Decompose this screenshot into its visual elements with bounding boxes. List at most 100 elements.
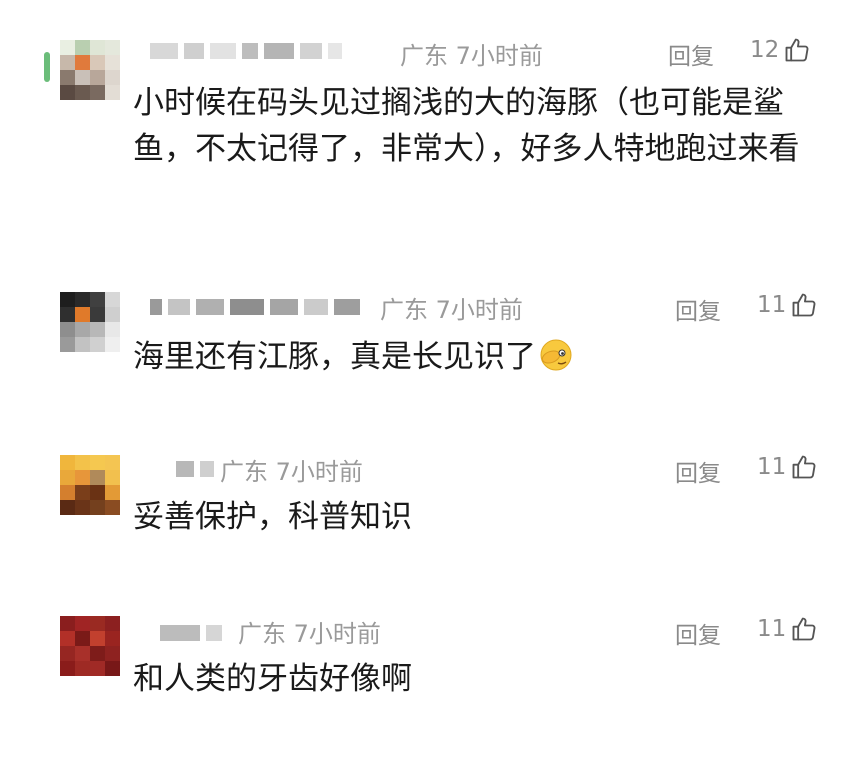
avatar-pixel	[60, 646, 75, 661]
comment-text-body: 海里还有江豚，真是长见识了	[133, 339, 536, 375]
avatar-pixel	[75, 661, 90, 676]
avatar-pixel	[90, 55, 105, 70]
avatar[interactable]	[60, 616, 120, 676]
avatar-pixel	[90, 307, 105, 322]
comment-meta: 广东 7小时前	[220, 452, 363, 487]
avatar-pixel	[90, 646, 105, 661]
avatar-pixel	[75, 322, 90, 337]
avatar-pixel	[75, 455, 90, 470]
avatar-pixel	[90, 500, 105, 515]
reply-button[interactable]: 回复	[675, 616, 721, 650]
avatar-pixel	[105, 337, 120, 352]
thumbs-up-icon	[792, 293, 816, 317]
avatar-pixel	[90, 40, 105, 55]
green-edge-decoration	[44, 52, 50, 82]
avatar-pixel	[90, 455, 105, 470]
avatar[interactable]	[60, 40, 120, 100]
avatar-pixel	[105, 470, 120, 485]
avatar-pixel	[105, 500, 120, 515]
avatar-pixel	[75, 85, 90, 100]
avatar-pixel	[60, 455, 75, 470]
comment-meta: 广东 7小时前	[400, 36, 543, 71]
avatar-pixel	[60, 85, 75, 100]
avatar-pixel	[105, 322, 120, 337]
avatar-pixel	[105, 646, 120, 661]
facepalm-emoji-icon	[540, 339, 572, 371]
avatar-pixel	[60, 500, 75, 515]
like-count: 12	[750, 37, 780, 63]
avatar-pixel	[105, 455, 120, 470]
avatar-pixel	[60, 292, 75, 307]
username-blurred[interactable]	[160, 622, 222, 644]
comment-meta: 广东 7小时前	[380, 290, 523, 325]
avatar-pixel	[60, 70, 75, 85]
time-label: 7小时前	[455, 42, 543, 70]
avatar-pixel	[75, 307, 90, 322]
comment-text: 和人类的牙齿好像啊	[133, 661, 412, 697]
avatar-pixel	[75, 292, 90, 307]
avatar-pixel	[90, 616, 105, 631]
reply-button[interactable]: 回复	[668, 37, 714, 71]
avatar-pixel	[105, 307, 120, 322]
avatar-pixel	[90, 661, 105, 676]
avatar-pixel	[90, 337, 105, 352]
time-label: 7小时前	[293, 620, 381, 648]
like-count: 11	[757, 616, 787, 642]
thumbs-up-icon	[792, 455, 816, 479]
avatar-pixel	[105, 40, 120, 55]
avatar-pixel	[90, 470, 105, 485]
avatar-pixel	[105, 70, 120, 85]
avatar-pixel	[60, 631, 75, 646]
avatar-pixel	[75, 616, 90, 631]
avatar-pixel	[75, 40, 90, 55]
avatar-pixel	[75, 470, 90, 485]
avatar[interactable]	[60, 292, 120, 352]
location-label: 广东	[220, 458, 268, 486]
avatar-pixel	[105, 616, 120, 631]
avatar-pixel	[90, 322, 105, 337]
avatar-pixel	[60, 55, 75, 70]
avatar-pixel	[105, 85, 120, 100]
avatar-pixel	[60, 485, 75, 500]
avatar-pixel	[90, 631, 105, 646]
avatar[interactable]	[60, 455, 120, 515]
avatar-pixel	[105, 631, 120, 646]
avatar-pixel	[60, 470, 75, 485]
like-button[interactable]: 12	[750, 36, 811, 64]
avatar-pixel	[105, 292, 120, 307]
avatar-pixel	[90, 292, 105, 307]
reply-button[interactable]: 回复	[675, 292, 721, 326]
avatar-pixel	[75, 485, 90, 500]
like-button[interactable]: 11	[757, 615, 818, 643]
location-label: 广东	[400, 42, 448, 70]
like-button[interactable]: 11	[757, 291, 818, 319]
avatar-pixel	[60, 322, 75, 337]
avatar-pixel	[60, 307, 75, 322]
avatar-pixel	[105, 661, 120, 676]
username-blurred[interactable]	[150, 296, 360, 318]
avatar-pixel	[90, 485, 105, 500]
reply-button[interactable]: 回复	[675, 454, 721, 488]
avatar-pixel	[75, 500, 90, 515]
username-blurred[interactable]	[150, 40, 342, 62]
avatar-pixel	[75, 631, 90, 646]
avatar-pixel	[75, 646, 90, 661]
avatar-pixel	[90, 85, 105, 100]
comment-text: 妥善保护，科普知识	[133, 499, 412, 535]
avatar-pixel	[60, 337, 75, 352]
thumbs-up-icon	[792, 617, 816, 641]
avatar-pixel	[75, 70, 90, 85]
avatar-pixel	[90, 70, 105, 85]
avatar-pixel	[60, 616, 75, 631]
comment-meta: 广东 7小时前	[238, 614, 381, 649]
thumbs-up-icon	[785, 38, 809, 62]
avatar-pixel	[105, 485, 120, 500]
location-label: 广东	[238, 620, 286, 648]
like-count: 11	[757, 292, 787, 318]
time-label: 7小时前	[435, 296, 523, 324]
like-button[interactable]: 11	[757, 453, 818, 481]
avatar-pixel	[75, 337, 90, 352]
username-blurred[interactable]	[176, 458, 214, 480]
time-label: 7小时前	[275, 458, 363, 486]
comment-text: 小时候在码头见过搁浅的大的海豚（也可能是鲨鱼，不太记得了，非常大），好多人特地跑…	[133, 85, 800, 167]
